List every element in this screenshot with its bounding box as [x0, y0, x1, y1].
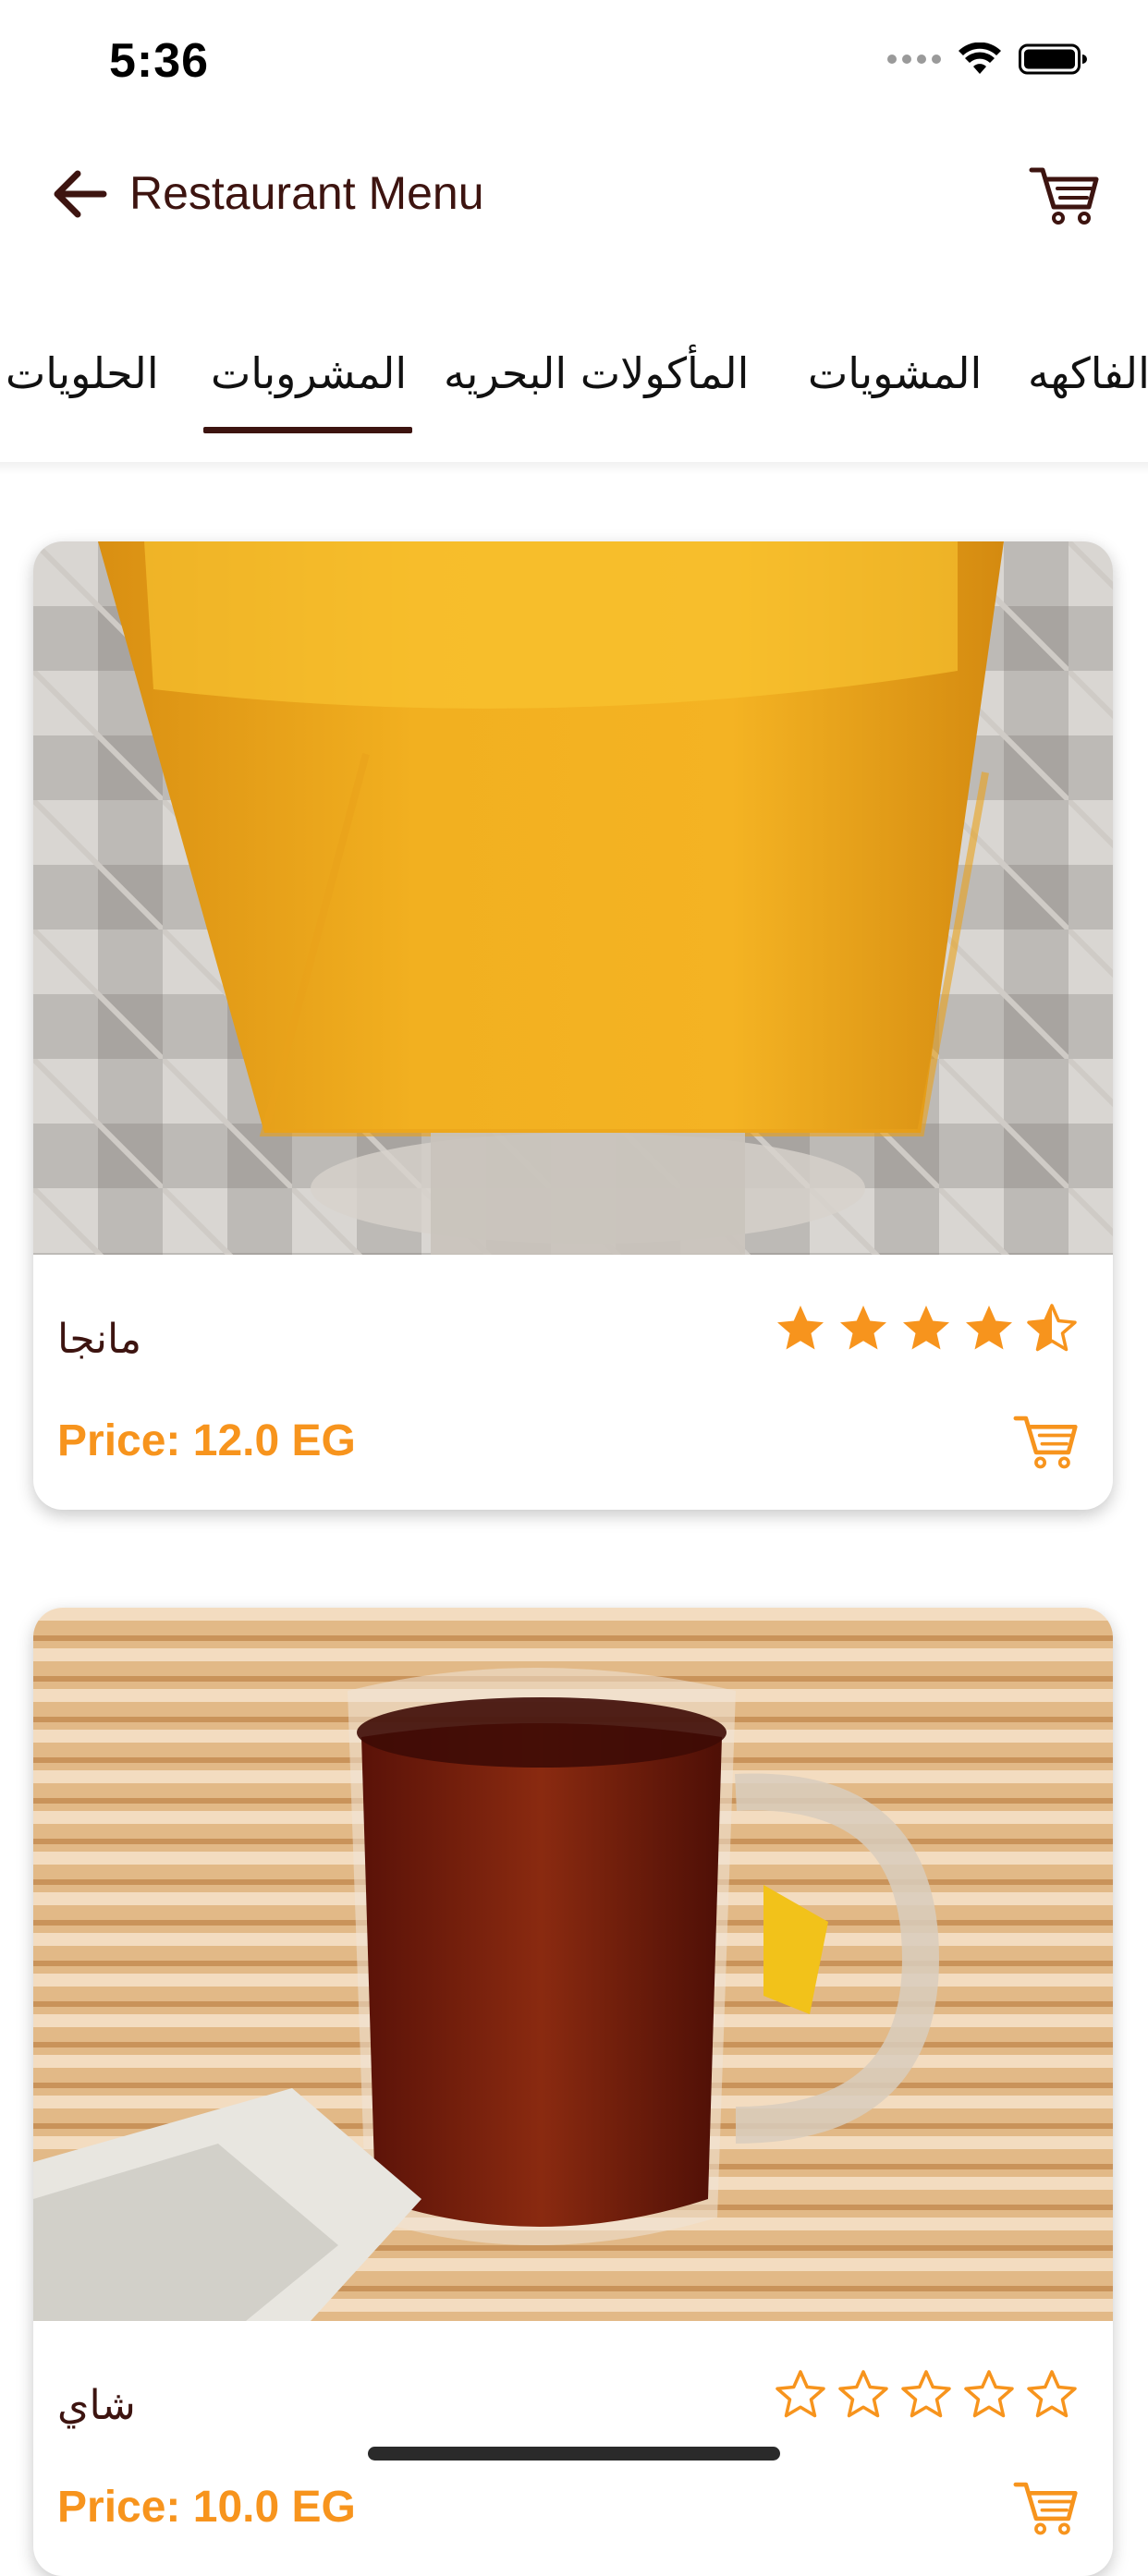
tab-fruits[interactable]: الفاكهه: [1028, 340, 1148, 407]
tab-seafood[interactable]: المأكولات البحريه: [444, 340, 749, 407]
star-empty-icon: [964, 2370, 1014, 2418]
tab-grills[interactable]: المشويات: [808, 340, 982, 407]
status-bar: 5:36: [0, 0, 1148, 122]
back-arrow-icon[interactable]: [48, 164, 113, 224]
product-card[interactable]: مانجا Price: 12.0 EG: [33, 541, 1113, 1510]
cart-icon[interactable]: [1028, 159, 1102, 229]
star-empty-icon: [776, 2370, 825, 2418]
price-label: Price: 10.0 EG: [57, 2483, 356, 2532]
page-title: Restaurant Menu: [129, 167, 484, 219]
star-filled-icon: [903, 1306, 949, 1350]
tab-drinks[interactable]: المشروبات: [211, 340, 407, 407]
status-icons: [887, 43, 1089, 76]
rating-stars[interactable]: [773, 2367, 1080, 2423]
selected-tab-indicator: [203, 427, 412, 433]
home-indicator[interactable]: [368, 2447, 780, 2461]
star-filled-icon: [840, 1306, 886, 1350]
star-empty-icon: [901, 2370, 951, 2418]
star-filled-icon: [966, 1306, 1012, 1350]
rating-stars[interactable]: [773, 1301, 1080, 1356]
star-empty-icon: [1027, 2370, 1077, 2418]
product-image-mango-juice: [33, 541, 1113, 1255]
battery-icon: [1019, 43, 1087, 75]
product-name: شاي: [57, 2382, 136, 2429]
price-label: Price: 12.0 EG: [57, 1416, 356, 1465]
product-image-tea: [33, 1608, 1113, 2321]
product-name: مانجا: [57, 1316, 142, 1363]
tab-desserts[interactable]: الحلويات: [6, 340, 159, 407]
product-card[interactable]: شاي Price: 10.0 EG: [33, 1608, 1113, 2576]
star-half-icon: [1027, 1304, 1077, 1352]
wifi-icon: [959, 43, 1001, 74]
tabs-divider: [0, 462, 1148, 475]
navigation-bar: Restaurant Menu: [0, 139, 1148, 249]
status-time: 5:36: [109, 34, 210, 88]
add-to-cart-icon[interactable]: [1011, 2474, 1081, 2539]
star-filled-icon: [777, 1306, 824, 1350]
cellular-signal-icon: [887, 55, 941, 64]
star-empty-icon: [838, 2370, 888, 2418]
add-to-cart-icon[interactable]: [1011, 1408, 1081, 1473]
category-tabs: الحلويات المشروبات المأكولات البحريه الم…: [0, 323, 1148, 471]
